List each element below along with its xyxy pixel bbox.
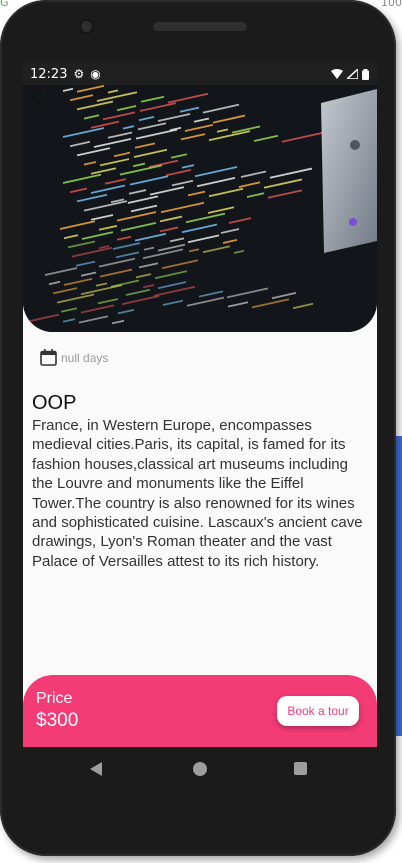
recents-nav-icon[interactable]: [294, 762, 307, 775]
back-nav-icon[interactable]: [90, 762, 102, 776]
tour-duration: null days: [40, 349, 108, 366]
price-label: Price: [36, 690, 73, 707]
tour-title: OOP: [32, 392, 77, 414]
front-camera: [81, 21, 92, 32]
back-button[interactable]: [30, 88, 54, 112]
device-frame: 12:23 ⚙ ◉ null days OOP France, in Weste…: [0, 0, 396, 856]
background-text-fragment-left: G: [0, 0, 9, 9]
arrow-back-icon: [31, 89, 42, 107]
signal-icon: [347, 69, 358, 79]
status-icons-right: [331, 68, 369, 80]
gear-icon: ⚙: [73, 67, 85, 81]
duration-text: null days: [61, 350, 109, 365]
system-nav-bar: [0, 747, 396, 795]
laptop-screen-glow: [321, 89, 377, 253]
tour-description: France, in Western Europe, encompasses m…: [32, 417, 363, 570]
background-text-fragment-right: 100: [381, 0, 402, 9]
price-bar: Price $300 Book a tour: [23, 675, 377, 747]
background-scrollbar: [396, 436, 402, 736]
hero-image: [23, 85, 377, 332]
app-screen: 12:23 ⚙ ◉ null days OOP France, in Weste…: [23, 63, 377, 747]
price-value: $300: [36, 710, 79, 731]
wifi-icon: [331, 69, 343, 79]
earpiece-speaker: [153, 22, 247, 31]
status-bar: 12:23 ⚙ ◉: [23, 63, 377, 85]
status-time: 12:23: [30, 66, 68, 82]
book-tour-button[interactable]: Book a tour: [277, 696, 359, 726]
sync-icon: ◉: [90, 67, 101, 81]
battery-icon: [362, 68, 369, 80]
calendar-icon: [40, 349, 57, 366]
home-nav-icon[interactable]: [193, 762, 207, 776]
